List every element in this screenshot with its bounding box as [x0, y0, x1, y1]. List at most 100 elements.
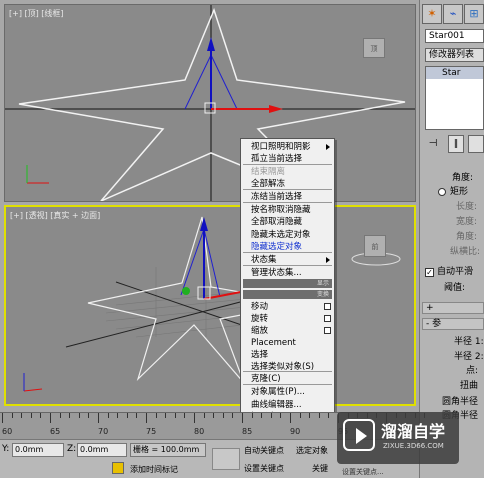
ruler-tick-mark	[261, 413, 263, 418]
distortion-label: 扭曲	[460, 381, 479, 391]
rollout-plus[interactable]: +	[422, 302, 484, 314]
ruler-tick-mark	[280, 413, 282, 418]
menu-item[interactable]: 结束隔离	[251, 166, 285, 178]
transform-settings-icon[interactable]	[324, 327, 331, 334]
command-panel: ✶ ⌁ ⊞ Star001 修改器列表 Star ⊣ ‖ 角度: 矩形 长度: …	[419, 0, 484, 478]
menu-item[interactable]: 按名称取消隐藏	[251, 204, 311, 216]
angle-label: 角度:	[452, 173, 474, 183]
perspective-viewport-canvas	[23, 216, 401, 392]
menu-item[interactable]: 全部解冻	[251, 178, 285, 190]
top-viewport[interactable]: [+] [顶] [线框] 顶	[4, 4, 416, 202]
ruler-tick-mark	[309, 413, 311, 418]
add-time-tag-label[interactable]: 添加时间标记	[130, 464, 178, 475]
menu-item[interactable]: 曲线编辑器...	[251, 399, 302, 411]
menu-item[interactable]: 隐藏未选定对象	[251, 229, 311, 241]
viewcube-persp[interactable]: 前	[364, 235, 386, 257]
menu-item[interactable]: 选择类似对象(S)	[251, 361, 314, 373]
stack-item-star[interactable]: Star	[426, 67, 483, 79]
gizmo-x-arrow-icon[interactable]	[269, 105, 283, 113]
ruler-tick-mark	[270, 413, 272, 418]
ruler-tick-mark	[21, 413, 23, 418]
world-axis-x	[23, 388, 43, 392]
params-rollout[interactable]: - 参	[422, 318, 484, 330]
modifier-stack[interactable]: Star	[425, 66, 484, 130]
params-rollout-label: 参	[432, 319, 442, 329]
ruler-tick-mark	[40, 413, 42, 418]
ruler-tick-mark	[69, 413, 71, 418]
perspective-viewport[interactable]: [+] [透视] [真实 + 边面] 前	[4, 205, 416, 406]
threshold-label: 阈值:	[444, 283, 466, 293]
make-unique-icon[interactable]	[468, 135, 484, 153]
menu-item[interactable]: 视口照明和阴影	[251, 141, 311, 153]
points-label: 点:	[466, 366, 479, 376]
z-coord-field[interactable]: 0.0mm	[77, 443, 127, 457]
gizmo-line	[180, 228, 205, 296]
menu-item[interactable]: 移动	[251, 301, 268, 313]
menu-item[interactable]: 对象属性(P)...	[251, 386, 305, 398]
play-logo-icon	[343, 419, 375, 451]
length-label: 长度:	[456, 202, 478, 212]
menu-header-display: 显示	[243, 279, 332, 288]
prompt-text: 设置关键点...	[342, 468, 384, 476]
menu-item[interactable]: 选择	[251, 349, 268, 361]
ruler-tick-label: 70	[98, 427, 109, 436]
create-tab-icon[interactable]: ✶	[422, 4, 442, 24]
ruler-tick-mark	[155, 413, 157, 418]
ruler-tick-mark	[126, 413, 128, 418]
gizmo-z-arrow-icon[interactable]	[207, 37, 215, 51]
ruler-tick-mark	[88, 413, 90, 418]
menu-item[interactable]: 全部取消隐藏	[251, 216, 302, 228]
quad-context-menu: 显示 变换 视口照明和阴影 孤立当前选择 结束隔离 全部解冻 冻结当前选择 按名称取消隐藏…	[240, 138, 335, 448]
time-tag-icon[interactable]	[112, 462, 124, 474]
menu-item[interactable]: 缩放	[251, 325, 268, 337]
viewcube-top[interactable]: 顶	[363, 38, 385, 58]
ruler-tick-label: 85	[242, 427, 253, 436]
object-name-field[interactable]: Star001	[425, 29, 484, 43]
y-coord-field[interactable]: 0.0mm	[12, 443, 64, 457]
ruler-tick-mark	[98, 413, 99, 423]
gizmo-y-handle[interactable]	[182, 287, 190, 295]
ruler-tick-mark	[290, 413, 291, 423]
menu-item[interactable]: Placement	[251, 337, 296, 349]
selected-dropdown[interactable]: 选定对象	[296, 445, 328, 456]
ruler-tick-mark	[203, 413, 205, 418]
ruler-tick-mark	[117, 413, 119, 418]
menu-item[interactable]: 状态集	[251, 254, 277, 266]
pin-stack-icon[interactable]: ⊣	[426, 137, 440, 151]
key-mode-button[interactable]	[212, 448, 240, 470]
ruler-tick-mark	[165, 413, 167, 418]
transform-settings-icon[interactable]	[324, 315, 331, 322]
menu-item[interactable]: 管理状态集...	[251, 267, 302, 279]
auto-key-button[interactable]: 自动关键点	[244, 445, 284, 456]
ruler-tick-mark	[59, 413, 61, 418]
gizmo-line	[184, 54, 212, 110]
show-end-result-icon[interactable]: ‖	[448, 135, 464, 153]
set-key-button[interactable]: 设置关键点	[244, 463, 284, 474]
key-filters-button[interactable]: 关键	[312, 463, 328, 474]
auto-smooth-checkbox[interactable]: ✓	[425, 268, 434, 277]
menu-item[interactable]: 孤立当前选择	[251, 153, 302, 165]
menu-item[interactable]: 克隆(C)	[251, 373, 281, 385]
top-viewport-canvas	[5, 5, 415, 201]
ruler-tick-mark	[251, 413, 253, 418]
hierarchy-tab-icon[interactable]: ⊞	[464, 4, 484, 24]
ruler-tick-mark	[11, 413, 13, 418]
ruler-tick-label: 80	[194, 427, 205, 436]
modifier-list-dropdown[interactable]: 修改器列表	[425, 48, 484, 62]
radius1-label: 半径 1:	[454, 337, 484, 347]
menu-item[interactable]: 隐藏选定对象	[251, 241, 302, 253]
fillet1-label: 圆角半径	[442, 397, 479, 407]
menu-item[interactable]: 旋转	[251, 313, 268, 325]
rect-radio[interactable]	[438, 188, 446, 196]
watermark-url: ZIXUE.3D66.COM	[383, 442, 444, 450]
width-label: 宽度:	[456, 217, 478, 227]
gizmo-line	[210, 54, 238, 110]
ruler-tick-mark	[184, 413, 186, 418]
modify-tab-icon[interactable]: ⌁	[443, 4, 463, 24]
transform-settings-icon[interactable]	[324, 303, 331, 310]
ruler-tick-mark	[146, 413, 147, 423]
menu-item[interactable]: 冻结当前选择	[251, 191, 302, 203]
radius2-label: 半径 2:	[454, 352, 484, 362]
watermark-title: 溜溜自学	[381, 422, 446, 441]
angle2-label: 角度:	[456, 232, 478, 242]
